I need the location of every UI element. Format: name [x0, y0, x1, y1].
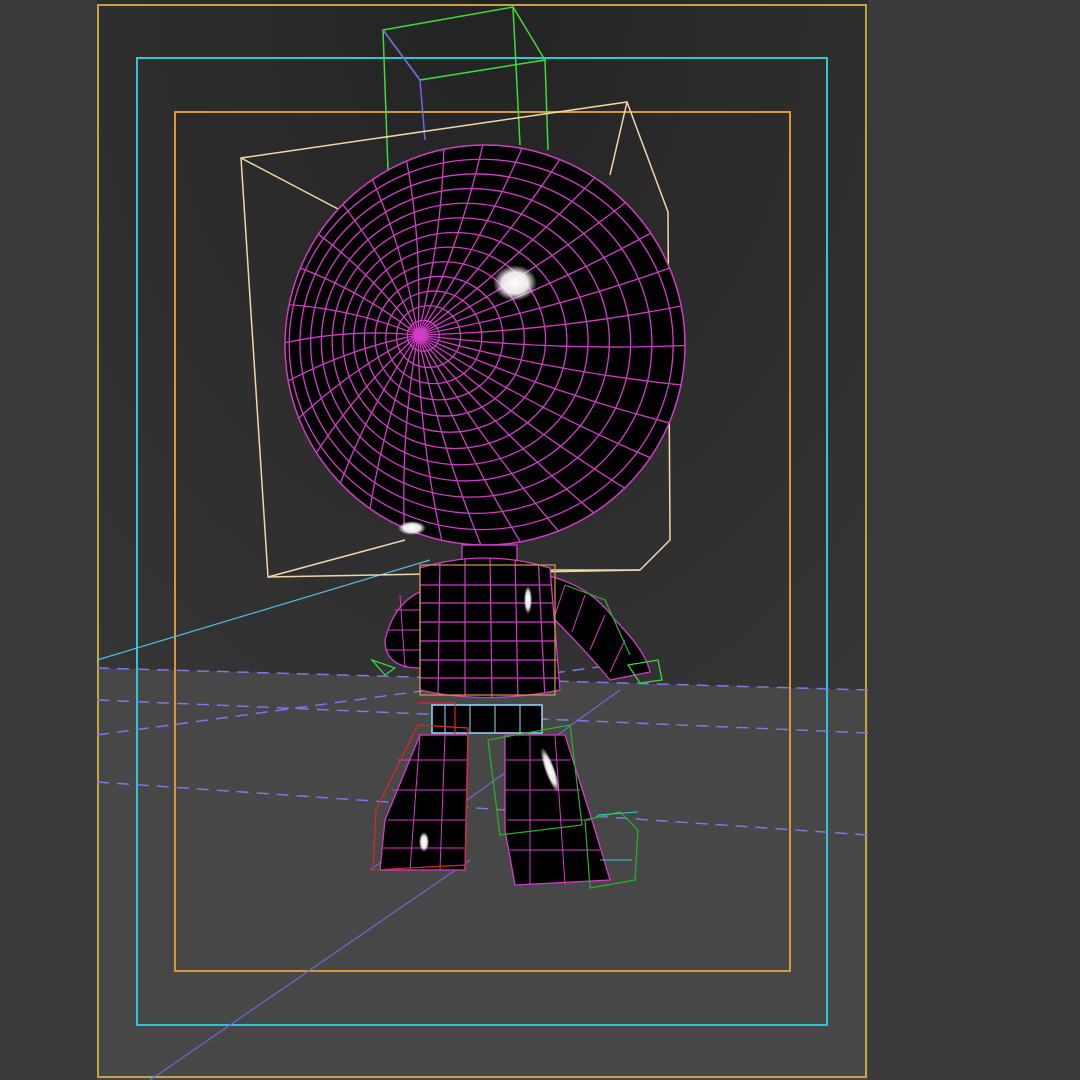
- perspective-viewport[interactable]: [0, 0, 1080, 1080]
- head-specular-lower: [398, 521, 426, 535]
- torso[interactable]: [400, 555, 570, 700]
- max-viewport-window: [0, 0, 1080, 1080]
- head-specular: [493, 265, 537, 301]
- belt[interactable]: [418, 702, 543, 736]
